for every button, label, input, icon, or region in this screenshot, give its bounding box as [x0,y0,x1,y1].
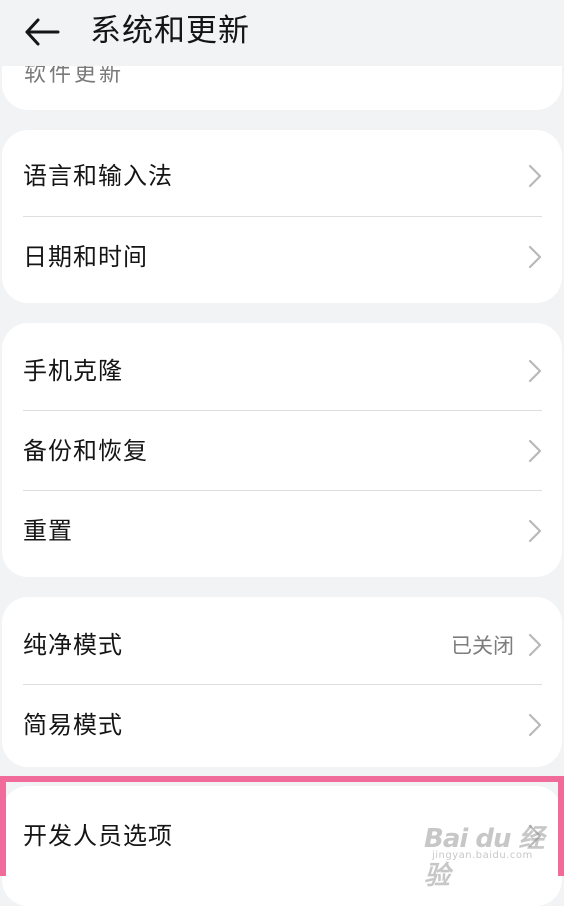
settings-item-label: 日期和时间 [23,243,148,271]
status-text: 已关闭 [451,634,514,658]
chevron-right-icon [528,359,542,383]
settings-item-label: 备份和恢复 [23,437,148,465]
settings-group-modes: 纯净模式 已关闭 简易模式 [2,597,562,767]
settings-item-label: 开发人员选项 [23,822,173,850]
page-title: 系统和更新 [90,13,250,49]
watermark-sub: jingyan.baidu.com [432,850,533,861]
settings-group-clone-backup-reset: 手机克隆 备份和恢复 重置 [2,323,562,577]
chevron-right-icon [528,164,542,188]
settings-item-label: 语言和输入法 [23,162,173,190]
chevron-right-icon [528,713,542,737]
settings-item-clipped[interactable]: 软件更新 [24,66,124,88]
settings-item-backup-restore[interactable]: 备份和恢复 [2,411,562,491]
chevron-right-icon [528,439,542,463]
arrow-left-icon[interactable] [22,14,62,50]
settings-item-label: 手机克隆 [23,357,123,385]
settings-group-language-time: 语言和输入法 日期和时间 [2,130,562,303]
header: 系统和更新 [0,0,564,66]
settings-item-date-time[interactable]: 日期和时间 [2,217,562,297]
chevron-right-icon [528,519,542,543]
settings-item-reset[interactable]: 重置 [2,491,562,571]
settings-group-clipped: 软件更新 [2,66,562,110]
chevron-right-icon [528,633,542,657]
settings-item-label: 纯净模式 [23,631,123,659]
settings-item-language-input[interactable]: 语言和输入法 [2,136,562,216]
settings-item-pure-mode[interactable]: 纯净模式 已关闭 [2,605,562,685]
settings-item-phone-clone[interactable]: 手机克隆 [2,331,562,411]
settings-item-simple-mode[interactable]: 简易模式 [2,685,562,765]
chevron-right-icon [528,245,542,269]
watermark-logo: Bai du 经验 jingyan.baidu.com [424,814,545,891]
settings-item-label: 重置 [23,517,73,545]
settings-item-label: 简易模式 [23,711,123,739]
